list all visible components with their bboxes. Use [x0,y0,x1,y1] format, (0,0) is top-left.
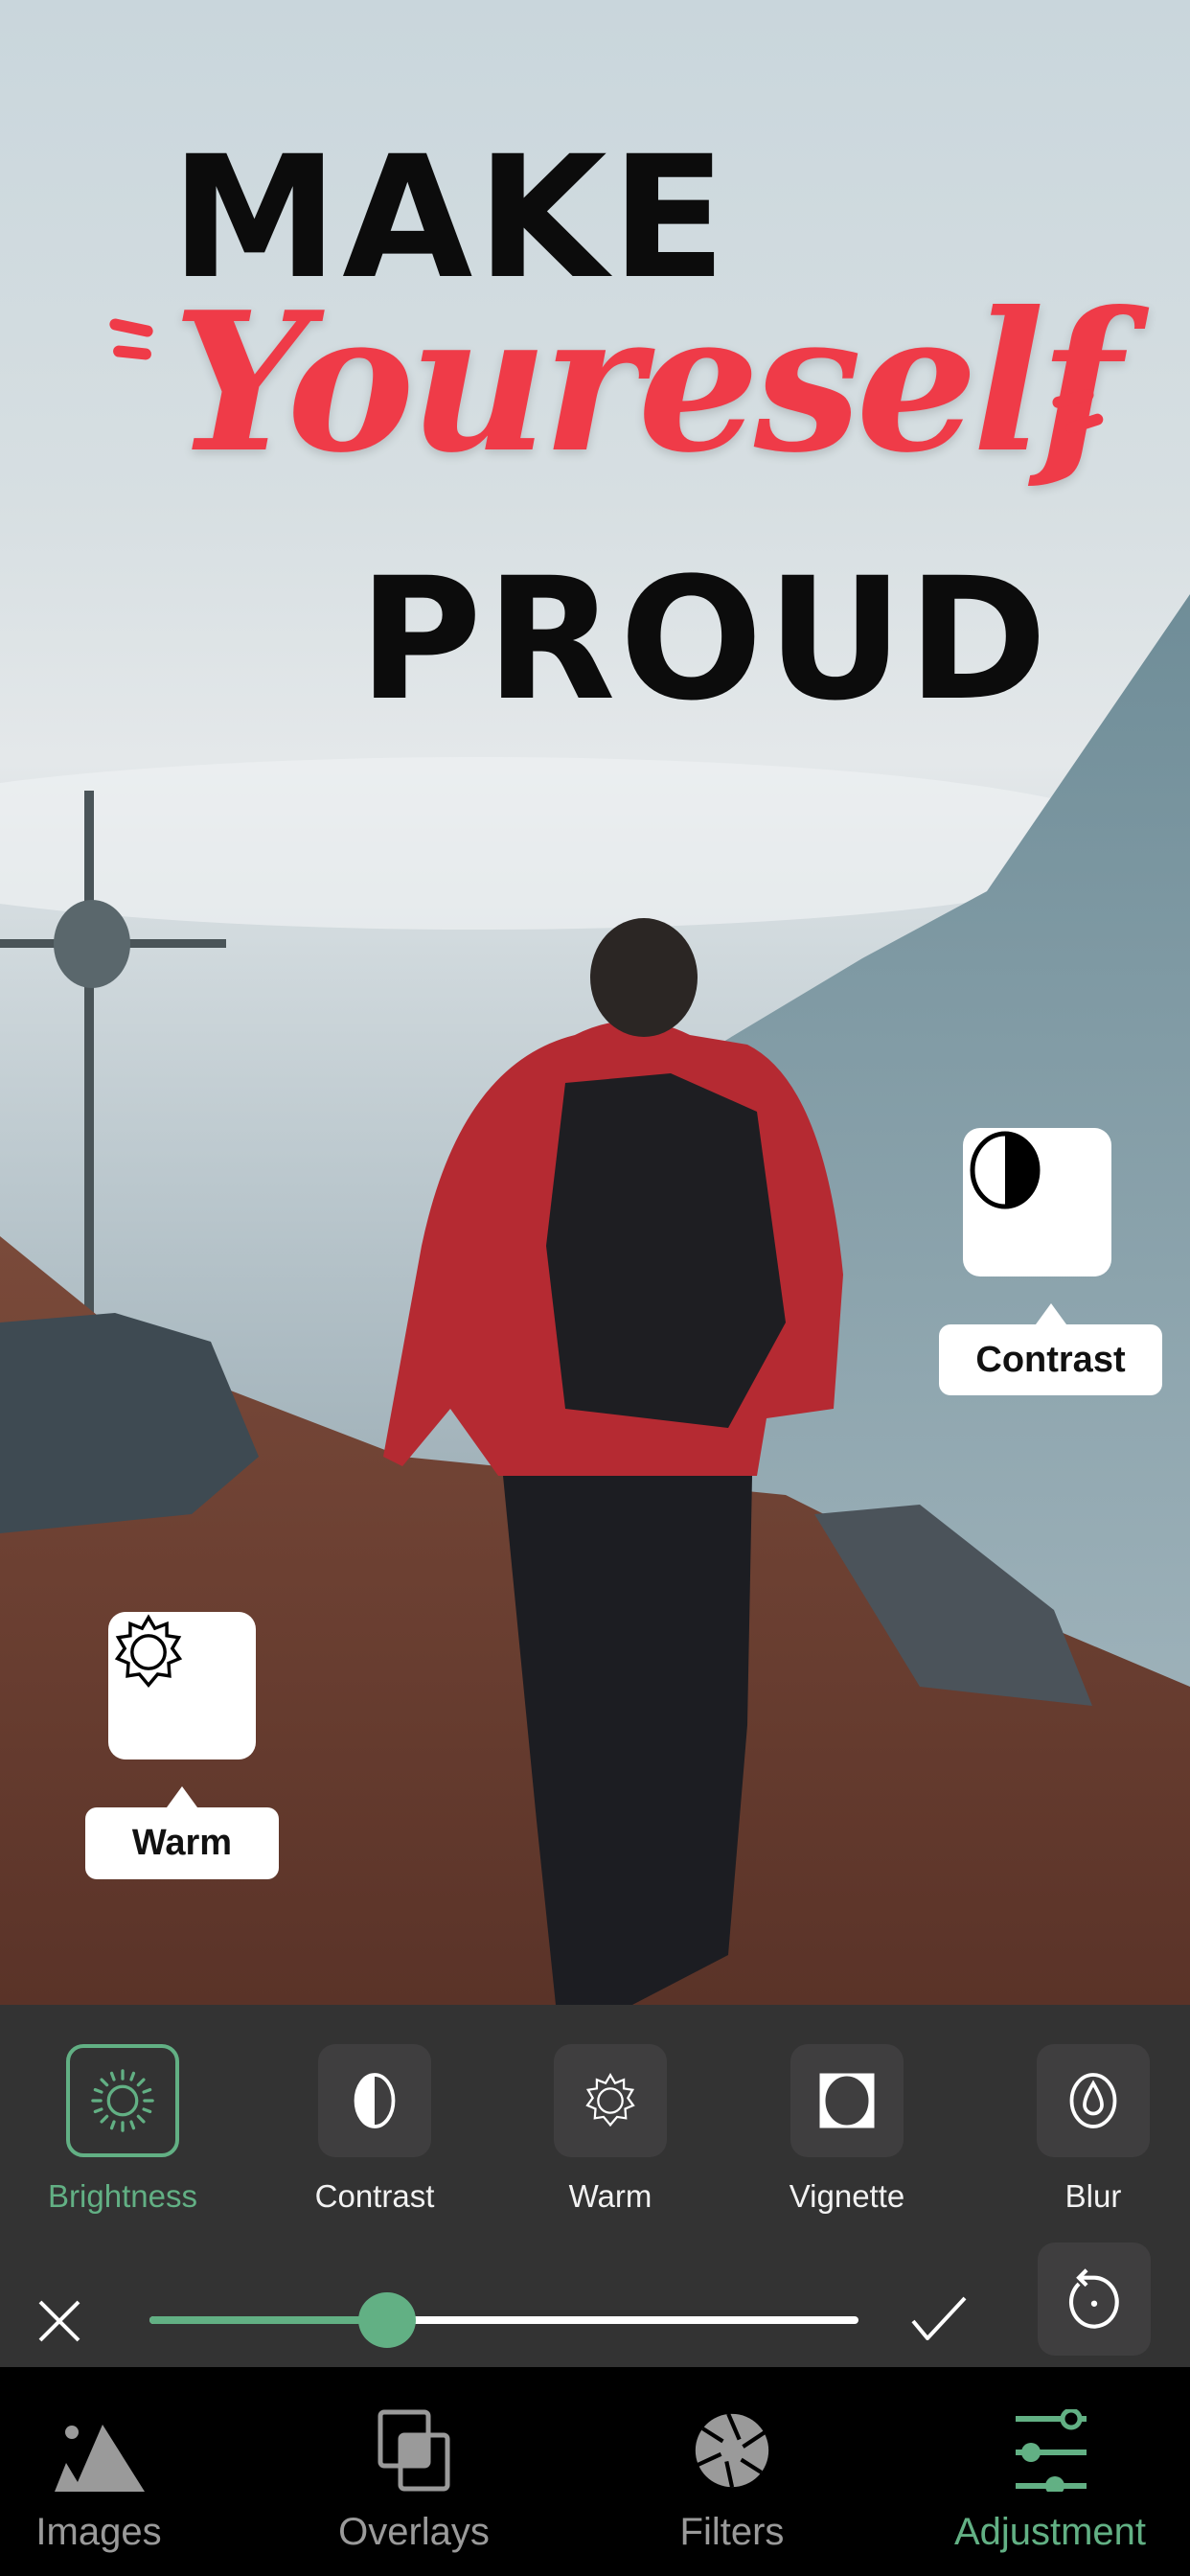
contrast-icon [970,1131,1041,1209]
nav-images[interactable]: Images [0,2405,214,2554]
tool-label: Warm [568,2178,652,2214]
tool-label: Brightness [48,2178,197,2214]
filters-icon [695,2412,769,2488]
confirm-check-icon[interactable] [910,2294,968,2340]
warm-icon [585,2072,635,2128]
contrast-callout [963,1128,1111,1276]
vignette-icon [819,2073,875,2128]
cross-sign [54,900,130,988]
contrast-callout-label: Contrast [939,1303,1162,1395]
hiker-head [590,918,698,1037]
nav-label: Adjustment [953,2511,1147,2553]
contrast-icon [354,2073,396,2128]
warm-callout-label: Warm [85,1786,279,1879]
tool-blur[interactable]: Blur [1007,2044,1179,2215]
overlays-icon [378,2409,450,2492]
tool-label: Contrast [314,2178,435,2214]
nav-overlays[interactable]: Overlays [299,2405,529,2554]
nav-adjustment[interactable]: Adjustment [935,2405,1165,2554]
tool-warm[interactable]: Warm [524,2044,697,2215]
tool-label: Blur [1064,2178,1122,2214]
hiker-backpack [546,1073,786,1428]
adjustment-icon [1016,2409,1087,2492]
poster-line-yourself: Youreself [172,270,1122,495]
tool-vignette[interactable]: Vignette [761,2044,933,2215]
nav-filters[interactable]: Filters [617,2405,847,2554]
slider-fill [149,2316,387,2324]
brightness-icon [91,2069,154,2132]
tool-brightness[interactable]: Brightness [36,2044,209,2215]
cancel-icon[interactable] [36,2298,82,2344]
warm-callout [108,1612,256,1760]
reset-icon [1068,2268,1119,2329]
nav-label: Images [35,2511,162,2553]
slider-thumb[interactable] [357,2292,416,2348]
poster-line-proud: PROUD [358,541,1052,738]
blur-icon [1069,2073,1117,2128]
tool-contrast[interactable]: Contrast [288,2044,461,2215]
nav-label: Overlays [338,2511,490,2553]
bottom-nav: Images Overlays Filters Adjustment [0,2367,1190,2576]
warm-sun-icon [114,1614,183,1689]
reset-button[interactable] [1038,2242,1151,2356]
adjustment-slider[interactable] [149,2292,858,2350]
tool-label: Vignette [789,2178,905,2214]
nav-label: Filters [679,2511,785,2553]
adjustment-toolbar: Brightness Contrast Warm Vignette Blur [0,2005,1190,2367]
images-icon [55,2425,145,2492]
photo-canvas[interactable]: MAKE Youreself PROUD Contrast Warm [0,0,1190,2005]
cross-pole [84,791,94,1327]
